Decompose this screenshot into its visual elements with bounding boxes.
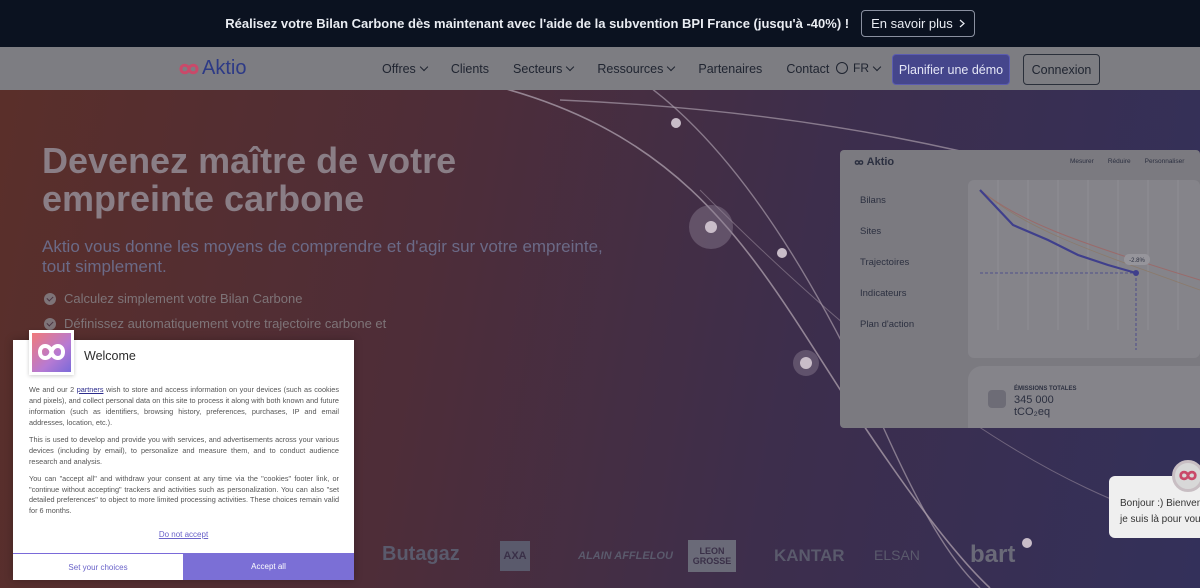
nav-label: Secteurs [513, 61, 563, 76]
chevron-down-icon [872, 62, 882, 71]
nav-label: Contact [786, 61, 830, 76]
client-logo-kantar: KANTAR [774, 546, 845, 565]
nav-item-contact[interactable]: Contact [786, 62, 829, 76]
dashboard-menu-item: Bilans [860, 195, 886, 206]
chevron-right-icon [959, 19, 965, 28]
main-header: Aktio Offres Clients Secteurs Ressources… [0, 47, 1200, 90]
client-logo-bart: bart [970, 541, 1016, 568]
stat-unit: tCO₂eq [1014, 406, 1051, 418]
chevron-down-icon [419, 62, 429, 72]
nav-label: Partenaires [698, 61, 763, 76]
orbit-dot [777, 248, 787, 258]
dashboard-logo: Aktio [854, 156, 894, 168]
language-label: FR [853, 61, 869, 75]
dashboard-menu-item: Indicateurs [860, 288, 907, 299]
dashboard-logo-text: Aktio [866, 156, 895, 168]
globe-icon [836, 62, 848, 74]
schedule-demo-button[interactable]: Planifier une démo [892, 54, 1010, 85]
trajectory-chart-svg: -2.8% [979, 180, 1200, 350]
chat-line: Bonjour :) Bienvenue [1120, 498, 1200, 509]
chat-line: je suis là pour vous [1120, 514, 1200, 525]
aktio-logo-icon [1179, 470, 1197, 481]
client-logos: Butagaz AXA ALAIN AFFLELOU LEON GROSSE K… [380, 538, 1200, 578]
check-circle-icon [44, 317, 56, 330]
set-choices-button[interactable]: Set your choices [13, 553, 183, 580]
partners-link[interactable]: partners [77, 385, 104, 394]
do-not-accept-link[interactable]: Do not accept [13, 530, 354, 539]
client-logo-leon-grosse: LEON GROSSE [688, 540, 736, 572]
client-logo-axa: AXA [500, 541, 530, 571]
accept-all-button[interactable]: Accept all [183, 553, 354, 580]
login-button[interactable]: Connexion [1023, 54, 1100, 85]
consent-text: We and our 2 [29, 385, 77, 394]
logo-text: Aktio [202, 57, 247, 79]
client-logo-afflelou: ALAIN AFFLELOU [578, 550, 673, 562]
dashboard-tab: Mesurer [1070, 158, 1094, 165]
dashboard-tabs: Mesurer Réduire Personnaliser [1070, 158, 1184, 165]
feature-text: Définissez automatiquement votre traject… [64, 316, 387, 331]
orbit-dot [705, 221, 717, 233]
trajectory-chart: -2.8% [968, 180, 1200, 358]
nav-label: Ressources [597, 61, 664, 76]
banner-text: Réalisez votre Bilan Carbone dès mainten… [225, 16, 850, 31]
total-emissions-card: ÉMISSIONS TOTALES 345 000 tCO₂eq [968, 366, 1200, 428]
dashboard-tab: Personnaliser [1144, 158, 1185, 165]
language-selector[interactable]: FR [836, 61, 882, 75]
cookie-consent-dialog: Welcome We and our 2 partners wish to st… [13, 330, 354, 580]
consent-paragraph: We and our 2 partners wish to store and … [29, 385, 339, 429]
stat-label: ÉMISSIONS TOTALES [1014, 386, 1077, 392]
chevron-down-icon [667, 62, 676, 72]
hero-title: Devenez maître de votre empreinte carbon… [42, 140, 457, 219]
nav-item-secteurs[interactable]: Secteurs [513, 61, 575, 76]
consent-body: We and our 2 partners wish to store and … [29, 385, 339, 523]
feature-text: Calculez simplement votre Bilan Carbone [64, 291, 303, 306]
chat-avatar-button[interactable] [1172, 460, 1200, 492]
dashboard-tab: Réduire [1107, 158, 1131, 165]
feature-item: Calculez simplement votre Bilan Carbone [44, 291, 302, 306]
nav-label: Clients [450, 61, 490, 76]
consent-paragraph: This is used to develop and provide you … [29, 434, 339, 466]
orbit-dot [671, 118, 681, 128]
orbit-dot [800, 357, 812, 369]
learn-more-button[interactable]: En savoir plus [861, 10, 975, 37]
consent-brand-logo [29, 330, 74, 375]
promo-banner: Réalisez votre Bilan Carbone dès mainten… [0, 0, 1200, 47]
consent-title: Welcome [84, 349, 136, 363]
aktio-logo-icon [854, 159, 864, 165]
nav-item-clients[interactable]: Clients [451, 62, 489, 76]
learn-more-label: En savoir plus [871, 16, 953, 31]
aktio-logo-icon [37, 344, 66, 360]
aktio-logo-icon [179, 63, 199, 74]
consent-paragraph: You can "accept all" and withdraw your c… [29, 473, 339, 516]
nav-label: Offres [382, 61, 416, 76]
aktio-logo[interactable]: Aktio [178, 57, 246, 80]
nav-menu: Offres Clients Secteurs Ressources Parte… [382, 47, 853, 90]
flask-icon [988, 390, 1006, 408]
dashboard-menu: Bilans Sites Trajectoires Indicateurs Pl… [860, 195, 914, 330]
check-circle-icon [44, 292, 56, 305]
chevron-down-icon [566, 62, 575, 72]
nav-item-offres[interactable]: Offres [382, 61, 429, 76]
feature-item: Définissez automatiquement votre traject… [44, 316, 386, 331]
dashboard-preview: Aktio Mesurer Réduire Personnaliser Bila… [840, 150, 1200, 428]
client-logo-elsan: ELSAN [874, 547, 920, 563]
chart-badge: -2.8% [1129, 258, 1145, 264]
stat-value: 345 000 [1014, 394, 1054, 406]
dashboard-menu-item: Sites [860, 226, 882, 237]
hero-subtitle: Aktio vous donne les moyens de comprendr… [42, 237, 603, 277]
nav-item-partenaires[interactable]: Partenaires [698, 62, 762, 76]
dashboard-menu-item: Trajectoires [860, 257, 910, 268]
client-logo-butagaz: Butagaz [382, 543, 460, 565]
dashboard-menu-item: Plan d'action [860, 319, 915, 330]
nav-item-ressources[interactable]: Ressources [597, 61, 676, 76]
